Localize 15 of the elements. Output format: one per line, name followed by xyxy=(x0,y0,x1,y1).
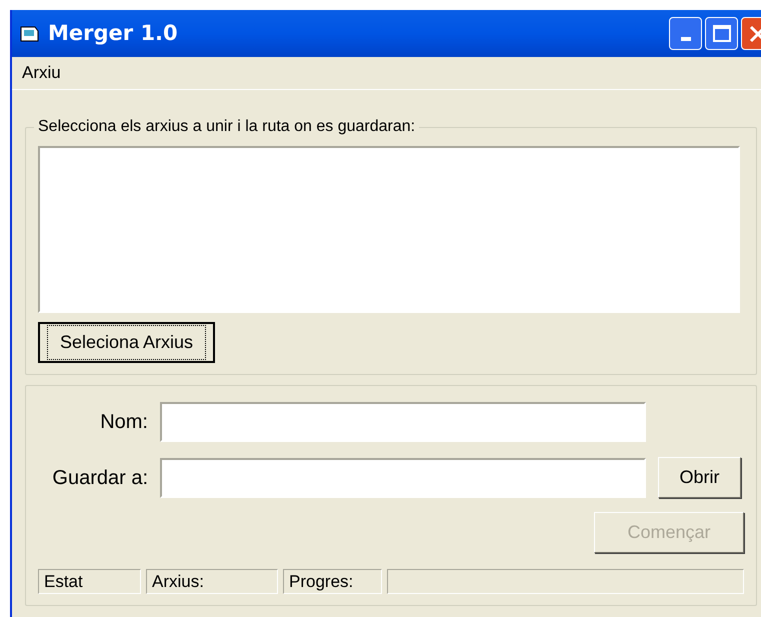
group-label: Selecciona els arxius a unir i la ruta on es guardaran: xyxy=(34,117,420,137)
menu-item[interactable]: Arxiu xyxy=(20,60,63,86)
status-panel: Estat xyxy=(38,569,141,594)
minimize-button[interactable] xyxy=(669,17,702,50)
select-files-button[interactable]: Seleciona Arxius xyxy=(38,322,215,363)
status-panel: Arxius: xyxy=(146,569,278,594)
open-button[interactable]: Obrir xyxy=(658,457,741,498)
text-field[interactable] xyxy=(160,458,646,498)
status-panel: Progres: xyxy=(283,569,382,594)
window-title: Merger 1.0 xyxy=(48,20,178,47)
window-icon xyxy=(20,24,40,42)
maximize-button[interactable] xyxy=(705,17,738,50)
field-label: Guardar a: xyxy=(51,466,149,490)
field-label: Nom: xyxy=(99,410,149,435)
text-field[interactable] xyxy=(160,402,646,442)
